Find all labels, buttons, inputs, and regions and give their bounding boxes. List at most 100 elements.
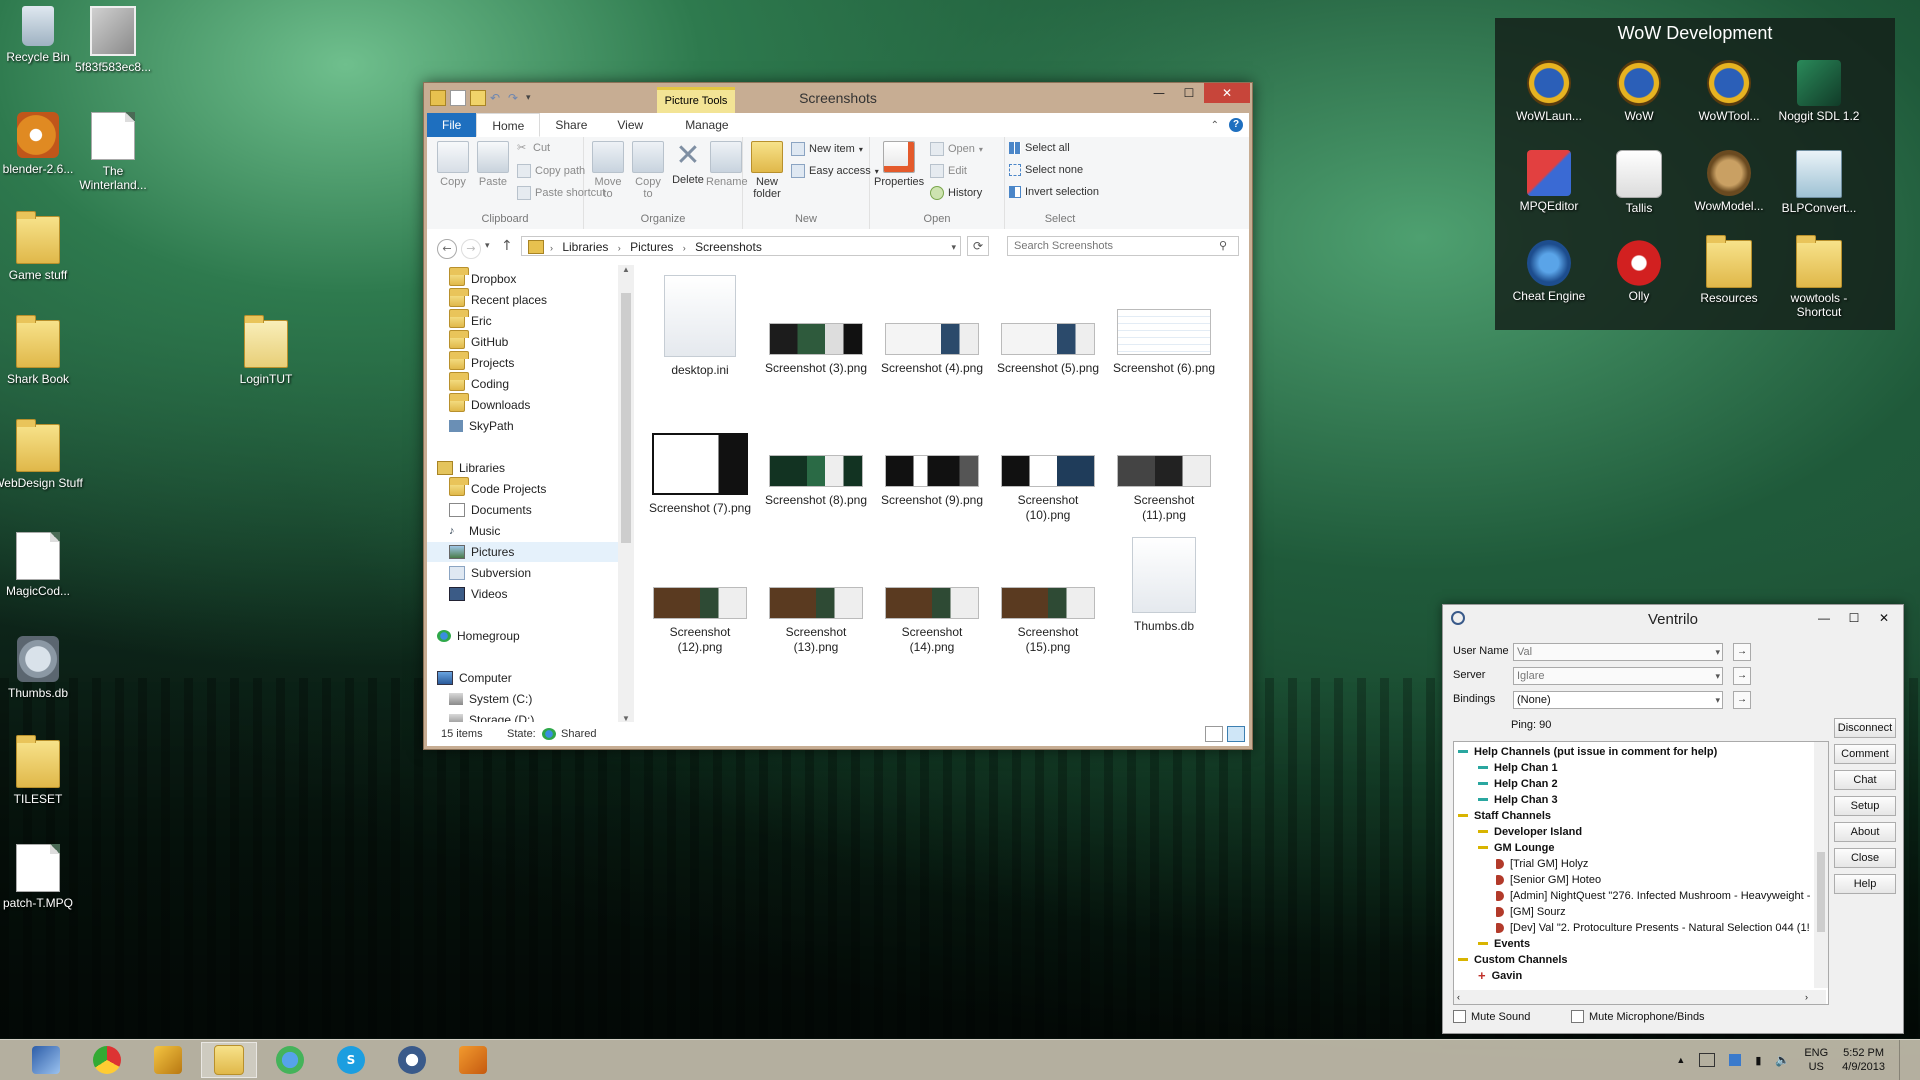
file-item[interactable]: Screenshot (11).png <box>1112 455 1216 523</box>
title-bar[interactable]: ↶ ↷ ▾ Picture Tools Screenshots — ☐ ✕ <box>424 83 1252 116</box>
user-node[interactable]: [Senior GM] Hoteo <box>1496 872 1601 887</box>
address-bar[interactable]: › Libraries › Pictures › Screenshots ▾ <box>521 236 961 256</box>
paste-button[interactable]: Paste <box>475 141 511 188</box>
desktop-icon-tileset[interactable]: TILESET <box>0 735 83 806</box>
tab-file[interactable]: File <box>427 113 477 137</box>
channel-node[interactable]: Help Channels (put issue in comment for … <box>1458 744 1717 759</box>
nav-item-subversion[interactable]: Subversion <box>449 563 531 583</box>
file-item[interactable]: Thumbs.db <box>1112 537 1216 634</box>
file-item[interactable]: Screenshot (13).png <box>764 587 868 655</box>
breadcrumb-libraries[interactable]: Libraries <box>562 240 608 254</box>
nav-item-computer[interactable]: Computer <box>437 668 512 688</box>
nav-item-projects[interactable]: Projects <box>449 351 514 373</box>
scroll-right-icon[interactable]: › <box>1805 990 1808 1004</box>
input-language[interactable]: ENG US <box>1804 1046 1828 1074</box>
user-node[interactable]: [Dev] Val "2. Protoculture Presents - Na… <box>1496 920 1810 935</box>
file-item[interactable]: Screenshot (8).png <box>764 455 868 508</box>
recent-locations-icon[interactable]: ▾ <box>485 241 490 251</box>
nav-item-github[interactable]: GitHub <box>449 330 508 352</box>
address-dropdown-icon[interactable]: ▾ <box>951 237 956 257</box>
channel-node[interactable]: Events <box>1478 936 1530 951</box>
copy-button[interactable]: Copy <box>435 141 471 188</box>
comment-button[interactable]: Comment <box>1834 744 1896 764</box>
channel-node[interactable]: Staff Channels <box>1458 808 1551 823</box>
nav-item-eric[interactable]: Eric <box>449 309 492 331</box>
new-folder-button[interactable]: New folder <box>747 141 787 200</box>
breadcrumb-screenshots[interactable]: Screenshots <box>695 240 762 254</box>
dev-icon-cheat-engine[interactable]: Cheat Engine <box>1505 240 1593 303</box>
channel-node[interactable]: Help Chan 3 <box>1478 792 1558 807</box>
dev-icon-blpconverter[interactable]: BLPConvert... <box>1775 150 1863 215</box>
dev-icon-wowtools[interactable]: WoWTool... <box>1685 60 1773 123</box>
desktop-icon-image[interactable]: 5f83f583ec8... <box>68 6 158 74</box>
bindings-manage-button[interactable]: → <box>1733 691 1751 709</box>
refresh-button[interactable]: ⟳ <box>967 236 989 256</box>
chat-button[interactable]: Chat <box>1834 770 1896 790</box>
rename-button[interactable]: Rename <box>706 141 748 188</box>
server-manage-button[interactable]: → <box>1733 667 1751 685</box>
nav-item-system-c[interactable]: System (C:) <box>449 689 532 709</box>
about-button[interactable]: About <box>1834 822 1896 842</box>
desktop-icon-shark-book[interactable]: Shark Book <box>0 315 83 386</box>
desktop-icon-logintut[interactable]: LoginTUT <box>221 315 311 386</box>
nav-item-homegroup[interactable]: Homegroup <box>437 626 520 646</box>
taskbar-media-player[interactable] <box>445 1042 501 1078</box>
help-button[interactable]: Help <box>1834 874 1896 894</box>
nav-item-videos[interactable]: Videos <box>449 584 507 604</box>
scroll-up-icon[interactable]: ▲ <box>618 265 634 274</box>
taskbar-winamp[interactable] <box>140 1042 196 1078</box>
edit-button[interactable]: Edit <box>930 164 967 178</box>
scroll-thumb[interactable] <box>1817 852 1825 932</box>
easy-access-button[interactable]: Easy access ▾ <box>791 164 879 178</box>
maximize-button[interactable]: ☐ <box>1174 83 1204 103</box>
dev-icon-wowtools-shortcut[interactable]: wowtools - Shortcut <box>1775 235 1863 319</box>
taskbar-start-pen[interactable] <box>18 1042 74 1078</box>
collapse-ribbon-icon[interactable]: ⌃ <box>1211 120 1219 131</box>
mute-sound-checkbox[interactable]: Mute Sound <box>1453 1010 1530 1023</box>
file-item[interactable]: Screenshot (14).png <box>880 587 984 655</box>
open-button[interactable]: Open ▾ <box>930 142 983 156</box>
taskbar-skype[interactable]: S <box>323 1042 379 1078</box>
user-name-manage-button[interactable]: → <box>1733 643 1751 661</box>
desktop-icon-game-stuff[interactable]: Game stuff <box>0 211 83 282</box>
select-none-button[interactable]: Select none <box>1009 164 1083 176</box>
select-all-button[interactable]: Select all <box>1009 142 1070 154</box>
nav-item-code-projects[interactable]: Code Projects <box>449 477 546 499</box>
forward-button[interactable]: → <box>461 239 481 259</box>
move-to-button[interactable]: Move to <box>590 141 626 200</box>
file-item[interactable]: Screenshot (6).png <box>1112 309 1216 376</box>
minimize-button[interactable]: — <box>1809 609 1839 627</box>
taskbar-file-explorer[interactable] <box>201 1042 257 1078</box>
taskbar-ventrilo[interactable] <box>384 1042 440 1078</box>
cut-button[interactable]: ✂ Cut <box>517 142 550 154</box>
dev-icon-tallis[interactable]: Tallis <box>1595 150 1683 215</box>
delete-button[interactable]: ✕ Delete <box>670 141 706 187</box>
show-hidden-icons-icon[interactable]: ▲ <box>1676 1055 1685 1065</box>
nav-item-pictures[interactable]: Pictures <box>427 542 634 562</box>
nav-item-dropbox[interactable]: Dropbox <box>449 267 516 289</box>
file-item[interactable]: Screenshot (5).png <box>996 323 1100 376</box>
search-input[interactable]: Search Screenshots <box>1007 236 1239 256</box>
taskbar-messenger[interactable] <box>262 1042 318 1078</box>
bindings-select[interactable]: (None) ▾ <box>1513 691 1723 709</box>
up-arrow-icon[interactable]: ↑ <box>501 238 513 254</box>
action-center-icon[interactable] <box>1699 1053 1716 1067</box>
minimize-button[interactable]: — <box>1144 83 1174 103</box>
tab-home[interactable]: Home <box>476 113 541 137</box>
nav-item-music[interactable]: ♪ Music <box>449 521 500 541</box>
dropbox-tray-icon[interactable] <box>1729 1054 1742 1066</box>
channel-node[interactable]: + Gavin <box>1478 968 1522 983</box>
desktop-icon-thumbs[interactable]: Thumbs.db <box>0 636 83 700</box>
file-item[interactable]: Screenshot (3).png <box>764 323 868 376</box>
setup-button[interactable]: Setup <box>1834 796 1896 816</box>
dev-icon-noggit[interactable]: Noggit SDL 1.2 <box>1775 60 1863 123</box>
nav-item-libraries[interactable]: Libraries <box>437 458 505 478</box>
invert-selection-button[interactable]: Invert selection <box>1009 186 1099 198</box>
scroll-thumb[interactable] <box>621 293 631 543</box>
back-button[interactable]: ← <box>437 239 457 259</box>
copy-to-button[interactable]: Copy to <box>630 141 666 200</box>
tab-share[interactable]: Share <box>540 113 602 137</box>
dev-icon-wow[interactable]: WoW <box>1595 60 1683 123</box>
close-button[interactable]: ✕ <box>1869 609 1899 627</box>
channel-node[interactable]: GM Lounge <box>1478 840 1555 855</box>
